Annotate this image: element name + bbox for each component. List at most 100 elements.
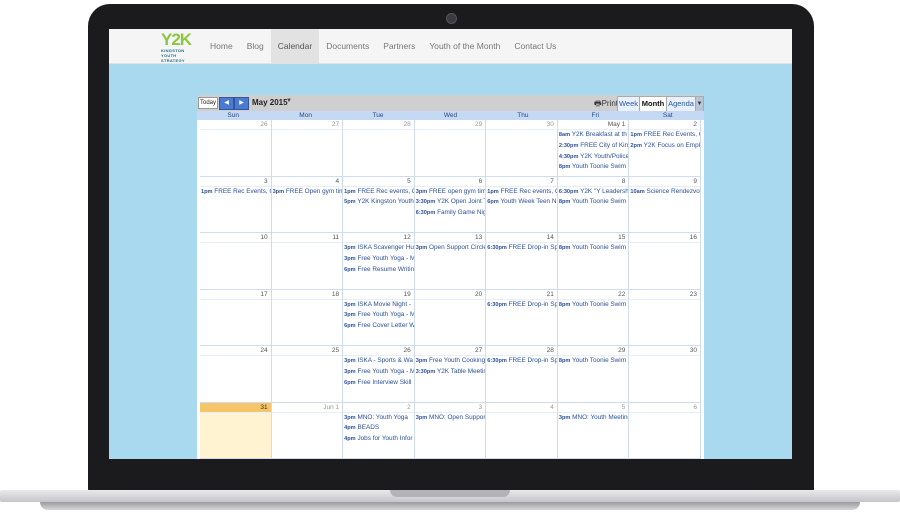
nav-item-youth-of-the-month[interactable]: Youth of the Month [422,29,507,63]
day-number[interactable]: 12 [343,233,414,243]
calendar-event[interactable]: 6pm Youth Week Teen N [486,197,557,208]
calendar-event[interactable]: 8am Y2K Breakfast at th [558,130,629,141]
calendar-event[interactable]: 3pm ISKA Scavenger Hu [343,243,414,254]
day-cell[interactable]: 10 [200,233,272,290]
day-number[interactable]: 8 [557,177,629,187]
day-number[interactable]: 29 [557,346,629,356]
y2k-logo[interactable]: Y2K KINGSTON YOUTH STRATEGY [161,31,197,63]
calendar-event[interactable]: 8pm Youth Toonie Swim [558,300,629,311]
day-cell[interactable]: 23 [629,289,701,346]
day-number[interactable]: 2 [629,120,700,130]
day-cell[interactable]: 31 [200,402,272,459]
day-number[interactable]: 24 [200,346,271,356]
day-cell[interactable]: Jun 1 [271,402,344,459]
nav-item-calendar[interactable]: Calendar [270,29,320,63]
calendar-event[interactable]: 6:30pm FREE Drop-in Spo [486,300,557,311]
calendar-event[interactable]: 8pm Youth Toonie Swim [558,162,629,173]
calendar-event[interactable]: 3pm Free Youth Yoga - M [343,367,414,378]
calendar-event[interactable]: 3:30pm Y2K Table Meetin [415,367,486,378]
calendar-event[interactable]: 1pm FREE Rec events, C [343,187,414,198]
calendar-event[interactable]: 4:30pm Y2K Youth/Police [558,152,629,163]
day-number[interactable]: 29 [414,120,486,130]
day-cell[interactable]: 29 8pm Youth Toonie Swim [557,346,630,403]
day-cell[interactable]: 2 1pm FREE Rec Events, C 2pm Y2K Focus on … [629,120,701,177]
day-number[interactable]: 9 [629,177,700,187]
prev-month-icon[interactable]: ◀ [219,97,234,110]
day-number[interactable]: 3 [414,403,486,413]
day-cell[interactable]: 3 3pm MNO: Open Support [414,402,487,459]
tab-month[interactable]: Month [639,96,667,112]
today-button[interactable]: Today [198,97,218,109]
calendar-event[interactable]: 8pm Youth Toonie Swim [558,243,629,254]
day-number[interactable]: 18 [271,290,343,300]
calendar-event[interactable]: 5pm Y2K Kingston Youth [343,197,414,208]
day-cell[interactable]: 6 [629,402,701,459]
day-number[interactable]: 28 [343,120,414,130]
day-number[interactable]: 17 [200,290,271,300]
day-cell[interactable]: 11 [271,233,344,290]
day-cell[interactable]: 16 [629,233,701,290]
day-cell[interactable]: 4 [486,402,558,459]
day-cell[interactable]: May 1 8am Y2K Breakfast at th 2:30pm FREE … [557,120,630,177]
calendar-event[interactable]: 6pm Free Interview Skill [343,378,414,389]
calendar-event[interactable]: 3pm MNO: Open Support [415,413,486,424]
day-cell[interactable]: 27 3pm Free Youth Cooking 3:30pm Y2K Table… [414,346,487,403]
calendar-event[interactable]: 3pm FREE Open gym tim [272,187,343,198]
day-number[interactable]: 3 [200,177,271,187]
calendar-event[interactable]: 3pm Open Support Circle [415,243,486,254]
day-cell[interactable]: 26 [200,120,272,177]
day-cell[interactable]: 8 6:30pm Y2K "Y Leadershi 8pm Youth Toonie… [557,176,630,233]
day-number[interactable]: 26 [200,120,271,130]
day-cell[interactable]: 2 3pm MNO: Youth Yoga 4pm BEADS 4pm Jobs fo… [343,402,415,459]
day-number[interactable]: 14 [486,233,557,243]
day-number[interactable]: 2 [343,403,414,413]
day-cell[interactable]: 28 [343,120,415,177]
day-number[interactable]: 19 [343,290,414,300]
day-number[interactable]: 6 [414,177,486,187]
calendar-event[interactable]: 3pm ISKA Movie Night - [343,300,414,311]
day-cell[interactable]: 25 [271,346,344,403]
view-dropdown-icon[interactable]: ▼ [695,96,704,112]
nav-item-partners[interactable]: Partners [376,29,422,63]
calendar-event[interactable]: 3:30pm Y2K Open Joint T [415,197,486,208]
day-cell[interactable]: 9 10am Science Rendezvou [629,176,701,233]
day-number[interactable]: 30 [629,346,700,356]
day-number[interactable]: 4 [271,177,343,187]
day-cell[interactable]: 19 3pm ISKA Movie Night -3pm Free Youth Y… [343,289,415,346]
calendar-event[interactable]: 3pm Free Youth Yoga - M [343,310,414,321]
day-number[interactable]: 27 [414,346,486,356]
nav-item-home[interactable]: Home [203,29,240,63]
calendar-event[interactable]: 8pm Youth Toonie Swim [558,197,629,208]
day-cell[interactable]: 30 [486,120,558,177]
nav-item-blog[interactable]: Blog [240,29,271,63]
calendar-event[interactable]: 6:30pm Y2K "Y Leadershi [558,187,629,198]
calendar-event[interactable]: 1pm FREE Rec Events, C [200,187,271,198]
day-number[interactable]: 30 [486,120,557,130]
calendar-event[interactable]: 3pm MNO: Youth Yoga [343,413,414,424]
day-cell[interactable]: 13 3pm Open Support Circle [414,233,487,290]
day-number[interactable]: Jun 1 [271,403,343,413]
day-cell[interactable]: 5 3pm MNO: Youth Meeting [557,402,630,459]
day-number[interactable]: 11 [271,233,343,243]
day-cell[interactable]: 29 [414,120,487,177]
day-cell[interactable]: 28 6:30pm FREE Drop-in Spo [486,346,558,403]
day-number[interactable]: 4 [486,403,557,413]
calendar-event[interactable]: 4pm Jobs for Youth Infor [343,434,414,445]
month-label[interactable]: May 2015 [252,98,288,107]
tab-week[interactable]: Week [617,96,640,112]
day-cell[interactable]: 26 3pm ISKA - Sports & Wa 3pm Free Youth Y… [343,346,415,403]
calendar-event[interactable]: 6pm Free Resume Writin [343,265,414,276]
print-button[interactable]: 🖶Print [594,98,618,112]
day-number[interactable]: 13 [414,233,486,243]
day-cell[interactable]: 27 [271,120,344,177]
day-cell[interactable]: 30 [629,346,701,403]
day-number[interactable]: 20 [414,290,486,300]
day-number[interactable]: 5 [557,403,629,413]
day-number[interactable]: 26 [343,346,414,356]
calendar-event[interactable]: 6pm Free Cover Letter W [343,321,414,332]
day-cell[interactable]: 20 [414,289,487,346]
calendar-event[interactable]: 8pm Youth Toonie Swim [558,356,629,367]
day-number[interactable]: 5 [343,177,414,187]
day-cell[interactable]: 5 1pm FREE Rec events, C 5pm Y2K Kingston … [343,176,415,233]
day-cell[interactable]: 12 3pm ISKA Scavenger Hu 3pm Free Youth Yo… [343,233,415,290]
